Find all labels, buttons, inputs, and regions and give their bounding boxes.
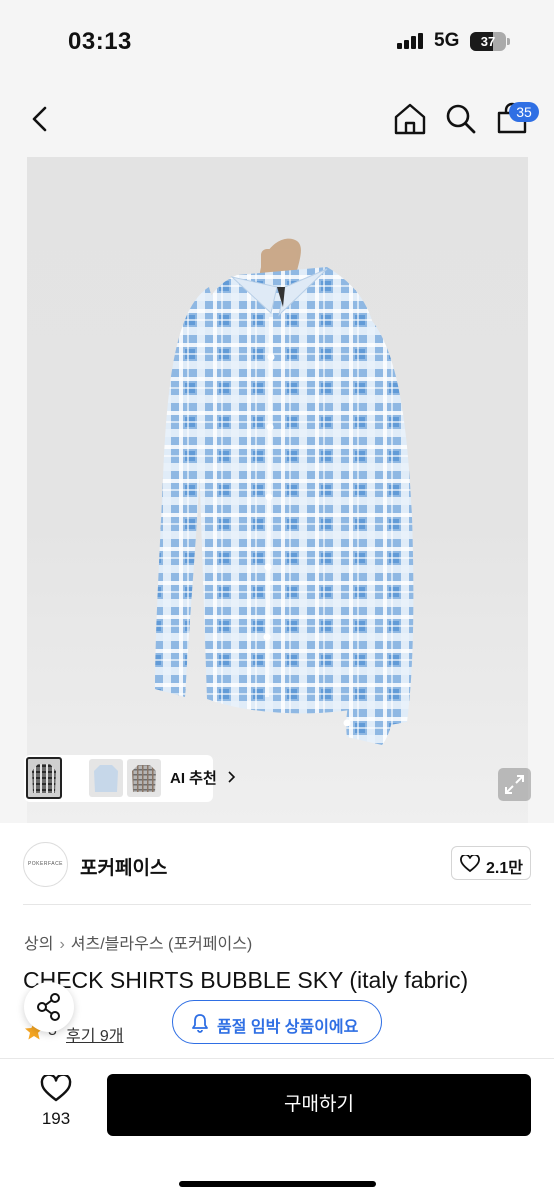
search-icon[interactable] [444, 102, 478, 136]
shirt-photo [155, 238, 414, 745]
wishlist-button[interactable]: 193 [28, 1071, 84, 1135]
shop-like-button[interactable]: 2.1만 [451, 846, 531, 880]
battery-cap [507, 38, 510, 45]
status-bar: 03:13 5G 37 [0, 0, 554, 80]
product-title: CHECK SHIRTS BUBBLE SKY (italy fabric) [23, 967, 469, 993]
share-icon [37, 993, 60, 1021]
battery-icon: 37 [470, 32, 506, 51]
product-info: POKERFACE 포커페이스 2.1만 상의 › 셔츠/블라우스 (포커페이스) … [0, 823, 554, 1058]
breadcrumb: 상의 › 셔츠/블라우스 (포커페이스) [24, 930, 252, 954]
heart-icon [460, 855, 480, 873]
top-nav-bar [0, 90, 554, 150]
bottom-action-bar: 193 구매하기 [0, 1058, 554, 1200]
breadcrumb-subcategory[interactable]: 셔츠/블라우스 (포커페이스) [71, 936, 252, 953]
home-icon[interactable] [393, 102, 427, 136]
divider [23, 904, 531, 905]
chevron-right-icon: › [59, 936, 65, 953]
ai-recommend-link[interactable]: AI 추천 [170, 767, 237, 788]
low-stock-banner[interactable]: 품절 임박 상품이에요 [172, 1000, 382, 1044]
chevron-right-icon [228, 771, 236, 783]
home-indicator[interactable] [179, 1181, 376, 1187]
thumbnail-gray-check[interactable] [127, 759, 161, 797]
breadcrumb-category[interactable]: 상의 [24, 936, 53, 953]
shop-name[interactable]: 포커페이스 [80, 853, 167, 880]
wishlist-count: 193 [41, 1109, 71, 1128]
low-stock-text: 품절 임박 상품이에요 [217, 1019, 359, 1036]
bell-icon [192, 1014, 208, 1033]
review-count-link[interactable]: 후기 9개 [66, 1022, 124, 1046]
buy-button[interactable]: 구매하기 [107, 1074, 531, 1136]
thumbnail-plaid-dark[interactable] [26, 757, 62, 799]
ai-recommend-label: AI 추천 [170, 770, 217, 787]
thumbnail-light-blue[interactable] [89, 759, 123, 797]
network-type: 5G [434, 30, 460, 51]
heart-icon [40, 1075, 72, 1102]
battery-level: 37 [480, 34, 496, 49]
shop-like-count: 2.1만 [486, 860, 523, 877]
signal-icon [397, 33, 423, 49]
status-time: 03:13 [68, 28, 132, 55]
product-image[interactable] [27, 157, 528, 823]
fullscreen-button[interactable] [498, 768, 531, 801]
thumbnail-strip: AI 추천 [24, 755, 236, 802]
share-button[interactable] [24, 982, 74, 1032]
back-icon[interactable] [26, 104, 56, 134]
expand-icon [505, 775, 524, 794]
shop-logo[interactable]: POKERFACE [23, 842, 68, 887]
cart-count-badge: 35 [509, 102, 539, 122]
